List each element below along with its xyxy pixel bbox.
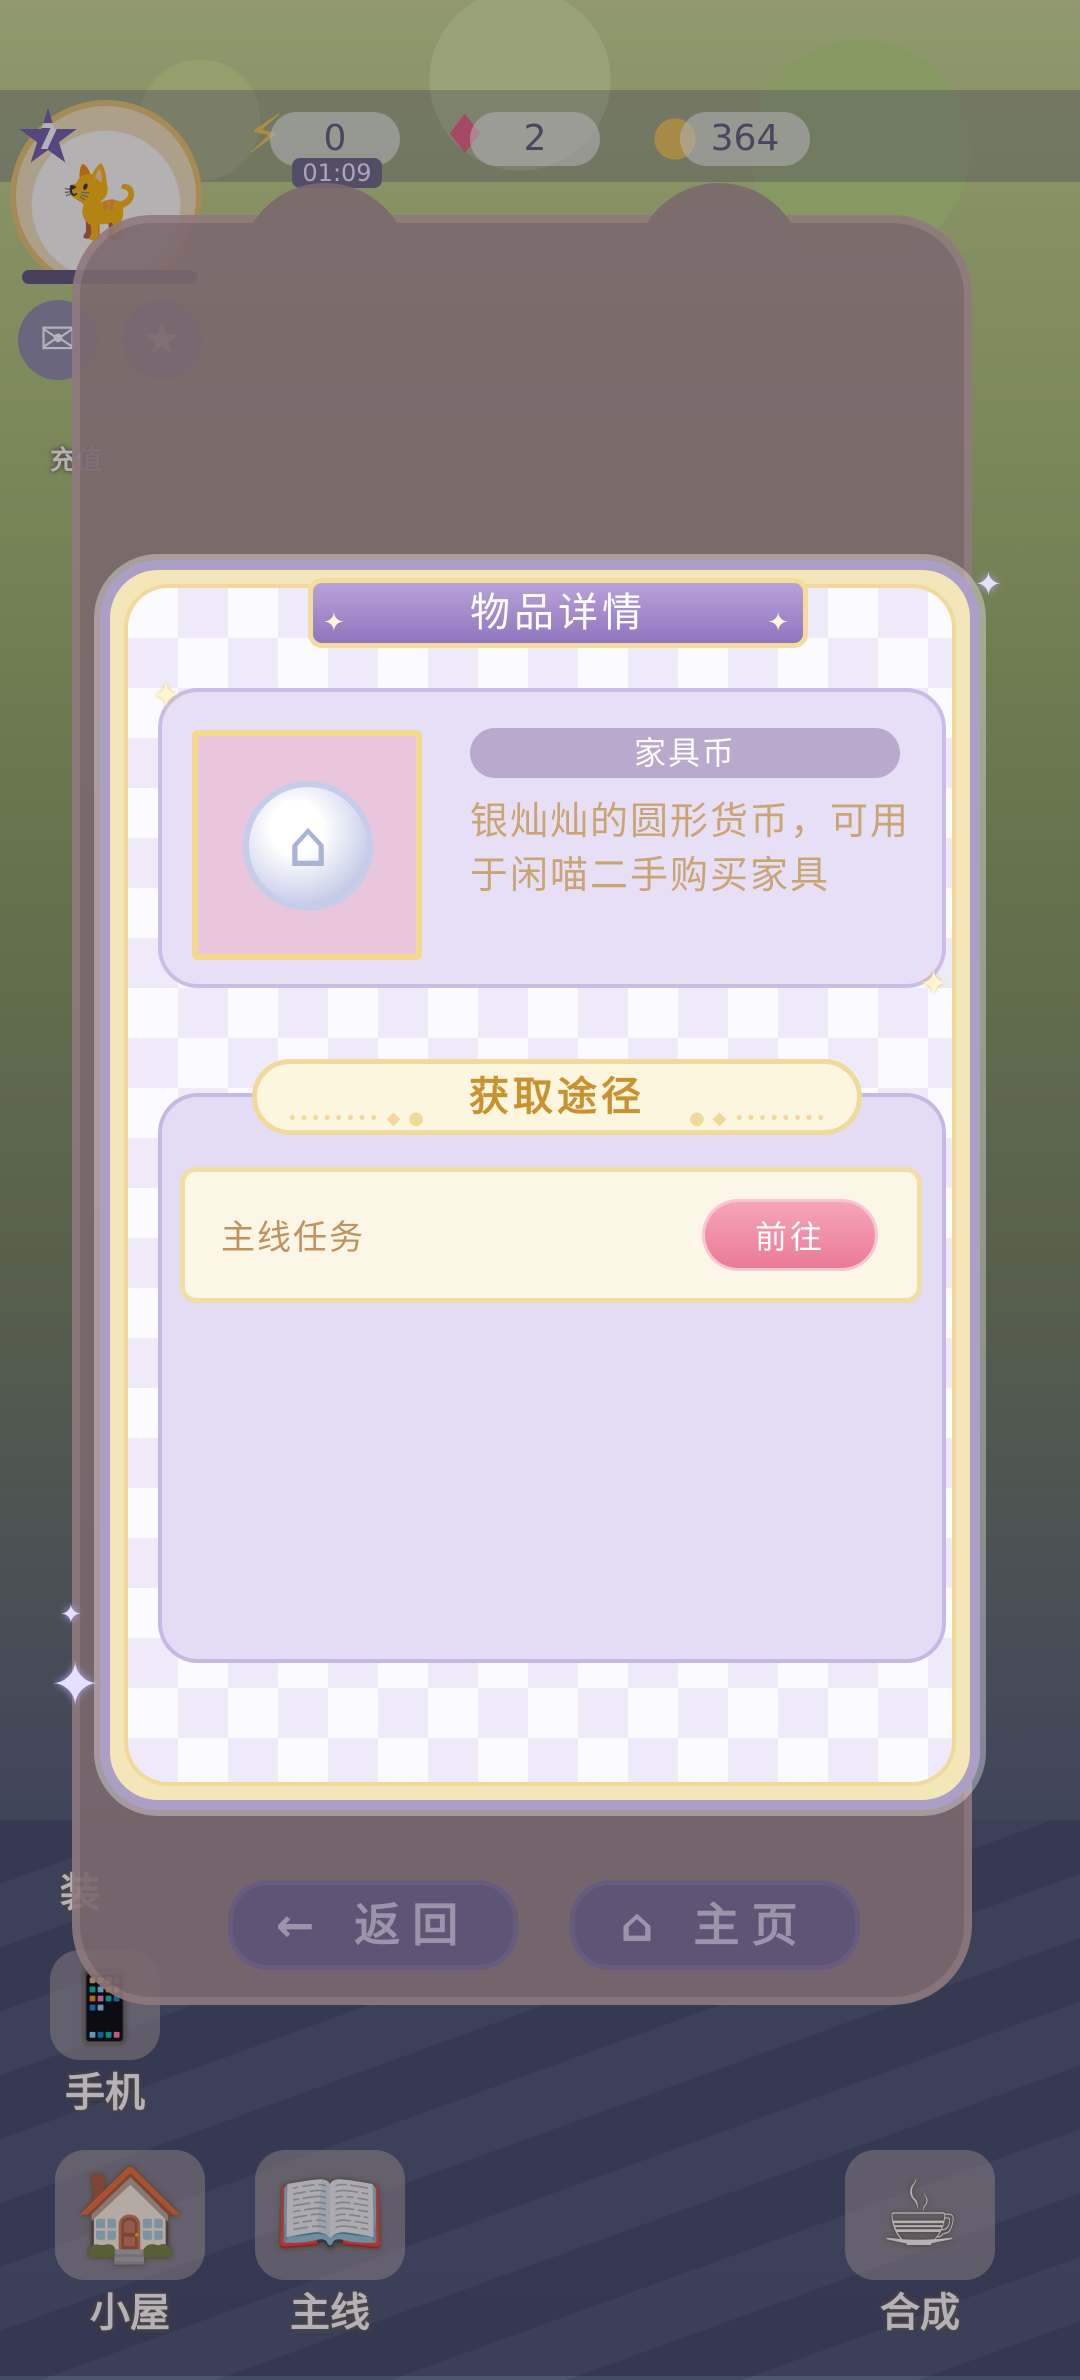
item-icon-frame: ⌂	[192, 730, 422, 960]
sparkle-icon: ✦	[919, 964, 949, 1004]
acquire-source-title: 获取途径	[469, 1074, 645, 1120]
acquire-source-header: •••••••• ◆ ● 获取途径 ● ◆ ••••••••	[252, 1059, 862, 1135]
item-detail-dialog: 物品详情 ✦ ✦ ⌂ 家具币 银灿灿的圆形货币，可用于闲喵二手购买家具 ••••…	[100, 560, 980, 1810]
house-coin-icon: ⌂	[243, 781, 373, 911]
item-info-card: ✦ ✦ ⌂ 家具币 银灿灿的圆形货币，可用于闲喵二手购买家具	[152, 676, 948, 1004]
dialog-panel: 物品详情 ✦ ✦ ⌂ 家具币 银灿灿的圆形货币，可用于闲喵二手购买家具 ••••…	[124, 578, 956, 1786]
item-description: 银灿灿的圆形货币，可用于闲喵二手购买家具	[470, 799, 911, 897]
source-label: 主线任务	[221, 1218, 365, 1258]
sparkle-star-icon: ✦	[50, 1650, 101, 1720]
acquire-source-card: •••••••• ◆ ● 获取途径 ● ◆ •••••••• 主线任务 前往	[158, 1059, 946, 1663]
sparkle-icon: ✦	[152, 676, 181, 716]
item-name: 家具币	[470, 728, 900, 778]
go-button[interactable]: 前往	[705, 1202, 875, 1268]
source-row-main-quest: 主线任务 前往	[180, 1167, 922, 1303]
ribbon-dots-right: ● ◆ ••••••••	[689, 1108, 827, 1129]
small-sparkle-icon: ✦	[975, 565, 1002, 603]
dialog-title: 物品详情	[308, 578, 808, 653]
small-sparkle-icon: ✦	[60, 1600, 82, 1630]
ribbon-dots-left: •••••••• ◆ ●	[287, 1108, 425, 1129]
